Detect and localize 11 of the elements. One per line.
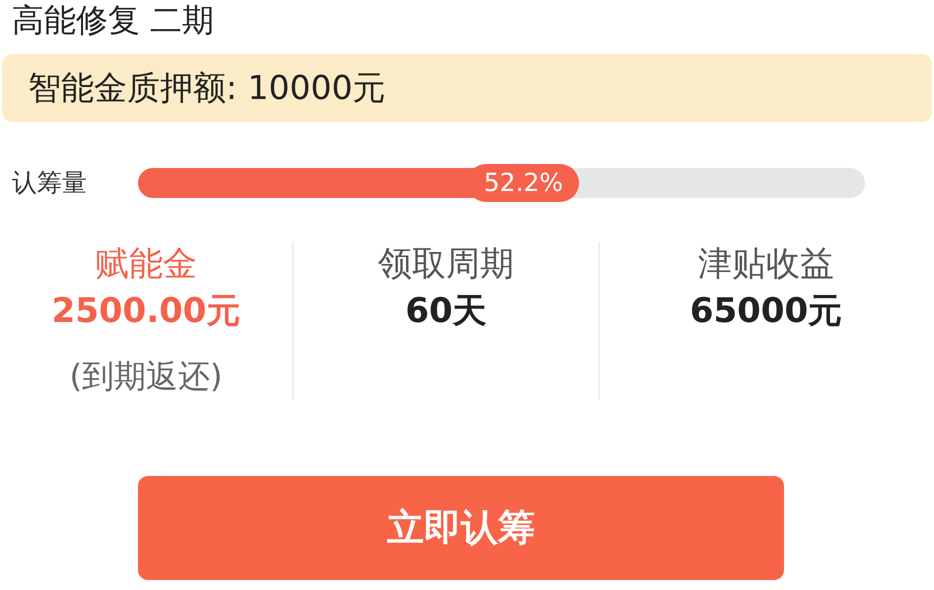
stat-label: 领取周期 (378, 243, 514, 286)
stat-label: 津贴收益 (698, 243, 834, 286)
stat-value: 65000元 (690, 290, 842, 333)
stat-value: 60天 (405, 290, 487, 333)
progress-label: 认筹量 (12, 167, 88, 200)
stat-label: 赋能金 (95, 243, 197, 286)
deposit-banner: 智能金质押额: 10000元 (2, 54, 932, 122)
subscribe-button[interactable]: 立即认筹 (138, 476, 784, 580)
stat-value: 2500.00元 (52, 290, 240, 333)
stat-note: (到期返还) (70, 356, 222, 397)
page-title: 高能修复 二期 (12, 0, 214, 40)
